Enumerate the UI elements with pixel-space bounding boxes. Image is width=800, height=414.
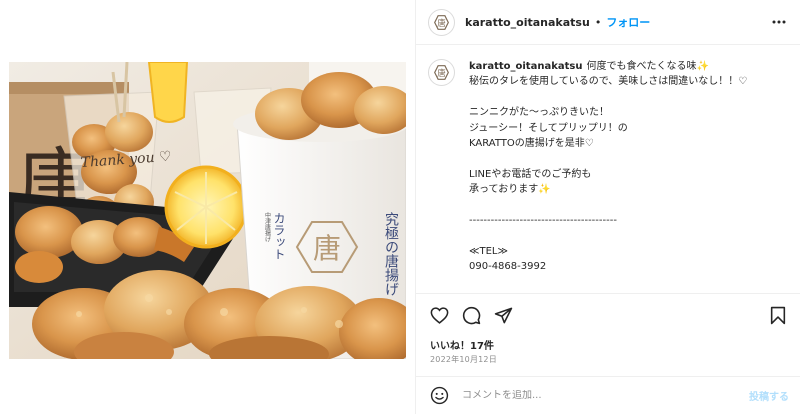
caption-avatar-logo-char: 唐 (437, 68, 446, 79)
comment-icon[interactable] (458, 303, 484, 329)
caption-line: LINEやお電話でのご予約も (469, 168, 592, 180)
bookmark-icon[interactable] (765, 303, 791, 329)
caption-line: karatto_oitanakatsu 何度でも食べたくなる味✨ (469, 59, 789, 74)
caption-line (469, 275, 789, 290)
comment-bar: 投稿する (416, 376, 800, 414)
post-date: 2022年10月12日 (430, 355, 497, 364)
avatar-logo-char: 唐 (437, 17, 446, 28)
action-bar (416, 293, 800, 337)
caption-line-text: 承っております (469, 184, 539, 196)
caption-line (469, 228, 789, 243)
follow-button[interactable]: フォロー (606, 14, 650, 30)
post-photo[interactable]: 唐 Thank you ♡ 唐 カラット 中津唐揚げ 究極の唐揚げ (9, 62, 406, 359)
header-username[interactable]: karatto_oitanakatsu (465, 16, 590, 29)
caption-line: 秘伝のタレを使用しているので、美味しさは間違いなし！！♡ (469, 76, 748, 88)
post-header: 唐 karatto_oitanakatsu • フォロー (416, 0, 800, 45)
sparkle-icon: ✨ (696, 61, 709, 72)
caption-avatar[interactable]: 唐 (428, 59, 455, 86)
caption-username[interactable]: karatto_oitanakatsu (469, 61, 582, 72)
post-comment-button[interactable]: 投稿する (749, 388, 789, 403)
brand-logo-icon: 唐 (434, 14, 449, 30)
karaage-photo-illustration: 唐 Thank you ♡ 唐 カラット 中津唐揚げ 究極の唐揚げ (9, 62, 406, 359)
caption-phone: 090-4868-3992 (469, 261, 547, 273)
caption-line-text: 何度でも食べたくなる味 (586, 61, 697, 72)
post-side-panel: 唐 karatto_oitanakatsu • フォロー 唐 karatto_o… (415, 0, 800, 414)
caption-text: karatto_oitanakatsu 何度でも食べたくなる味✨ 秘伝のタレを使用… (469, 59, 789, 293)
heart-icon[interactable] (426, 303, 452, 329)
likes-count[interactable]: いいね！17件 (430, 337, 494, 352)
bucket-logo-char: 唐 (313, 232, 341, 265)
emoji-icon[interactable] (428, 385, 450, 407)
caption-line: KARATTOの唐揚げを是非♡ (469, 138, 594, 150)
share-icon[interactable] (490, 303, 516, 329)
bucket-brand-text: カラット (272, 212, 286, 260)
caption-divider: ----------------------------------------… (469, 215, 617, 227)
media-pane: 唐 Thank you ♡ 唐 カラット 中津唐揚げ 究極の唐揚げ (0, 0, 415, 414)
caption-area: 唐 karatto_oitanakatsu 何度でも食べたくなる味✨ 秘伝のタレを… (416, 45, 800, 293)
comment-input[interactable] (462, 390, 722, 401)
caption-line: ≪TEL≫ (469, 245, 508, 257)
bucket-tagline-text: 究極の唐揚げ (383, 212, 399, 296)
caption-line (469, 151, 789, 166)
caption-line (469, 198, 789, 213)
caption-line: ニンニクがた〜っぷりきいた！ (469, 107, 609, 119)
caption-line: ジューシー！そしてプリップリ！の (469, 122, 628, 134)
bucket-small-text: 中津唐揚げ (264, 211, 271, 243)
brand-logo-icon: 唐 (434, 65, 449, 80)
sparkle-icon: ✨ (538, 184, 551, 196)
caption-line: 承っております✨ (469, 182, 789, 197)
separator-dot: • (594, 15, 602, 29)
avatar[interactable]: 唐 (428, 8, 455, 36)
more-options-icon[interactable] (769, 12, 789, 32)
caption-line (469, 90, 789, 105)
